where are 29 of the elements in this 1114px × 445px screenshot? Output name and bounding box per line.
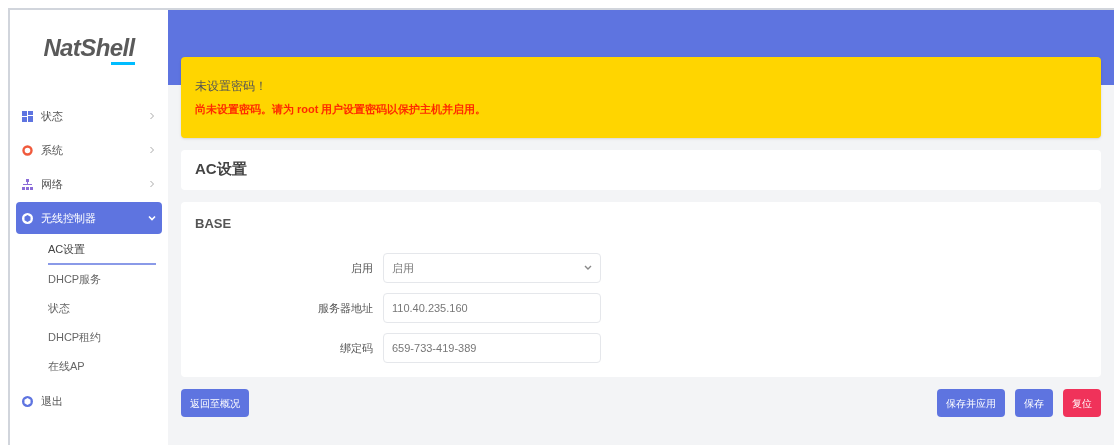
alert-title: 未设置密码！ [195, 78, 268, 95]
alert-message: 尚未设置密码。请为 root 用户设置密码以保护主机并启用。 [195, 102, 488, 117]
field-label: 服务器地址 [317, 300, 373, 316]
action-button[interactable]: 保存 [1015, 389, 1053, 417]
ring-icon [22, 144, 33, 156]
sidebar-item[interactable]: 状态 [16, 100, 162, 132]
input-field[interactable]: 659-733-419-389 [383, 333, 601, 363]
action-button[interactable]: 复位 [1063, 389, 1101, 417]
submenu-item[interactable]: DHCP租约 [48, 323, 156, 352]
sidebar-item[interactable]: 网络 [16, 168, 162, 200]
submenu-item[interactable]: 在线AP [48, 352, 156, 381]
network-icon [22, 178, 33, 190]
submenu-item[interactable]: AC设置 [48, 236, 156, 265]
action-button[interactable]: 返回至概况 [181, 389, 249, 417]
submenu-item[interactable]: DHCP服务 [48, 265, 156, 294]
submenu-item[interactable]: 状态 [48, 294, 156, 323]
input-field[interactable]: 110.40.235.160 [383, 293, 601, 323]
field-label: 启用 [350, 260, 373, 276]
sidebar-item[interactable]: 无线控制器 [16, 202, 162, 234]
sidebar-item[interactable]: 退出 [16, 385, 162, 417]
sidebar-item[interactable]: 系统 [16, 134, 162, 166]
grid-icon [22, 110, 33, 122]
select-field[interactable]: 启用 [383, 253, 601, 283]
page-title: AC设置 [195, 159, 247, 180]
section-title: BASE [195, 214, 233, 233]
field-label: 绑定码 [339, 340, 373, 356]
action-button[interactable]: 保存并应用 [937, 389, 1005, 417]
chevron-down-icon [584, 265, 592, 271]
logo-text: NatShell [43, 33, 135, 61]
